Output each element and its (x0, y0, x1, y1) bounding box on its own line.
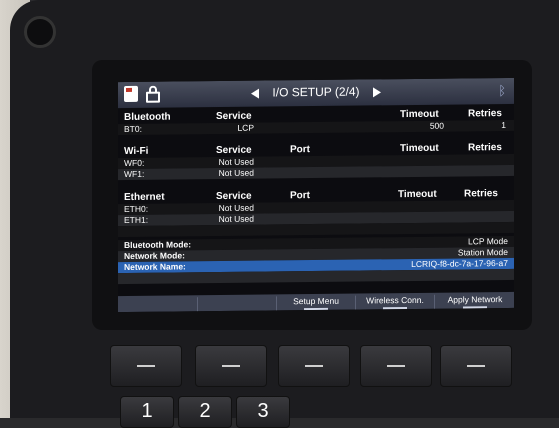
row-name: WF1: (124, 168, 145, 180)
prev-page-arrow-icon[interactable] (251, 88, 260, 99)
row-name: WF0: (124, 157, 145, 169)
wireless-conn-softkey[interactable]: Wireless Conn. (355, 294, 434, 310)
softkey-button-5[interactable] (440, 345, 512, 387)
row-service: Not Used (218, 156, 254, 168)
column-header: Timeout (400, 108, 439, 121)
row-service: Not Used (218, 167, 254, 179)
column-header: Service (216, 190, 252, 203)
setup-menu-softkey[interactable]: Setup Menu (276, 295, 355, 311)
row-name: ETH1: (124, 214, 149, 226)
row-service: Not Used (218, 202, 254, 214)
softkey-label-1[interactable] (118, 297, 196, 312)
section-heading: Wi-Fi (124, 145, 149, 158)
column-header: Retries (464, 188, 498, 200)
column-header: Port (290, 144, 310, 156)
title-bar: I/O SETUP (2/4) ᛒ (118, 77, 514, 109)
keypad-2-button[interactable]: 2 (178, 396, 232, 428)
row-service: Not Used (218, 213, 254, 225)
row-timeout: 500 (429, 120, 444, 131)
column-header: Timeout (400, 142, 439, 155)
section-heading: Ethernet (124, 191, 165, 204)
row-name: BT0: (124, 123, 142, 135)
display-screen: I/O SETUP (2/4) ᛒ Bluetooth Service Time… (118, 77, 514, 313)
row-name: ETH0: (124, 203, 149, 215)
column-header: Service (216, 110, 252, 123)
softkey-button-2[interactable] (195, 345, 267, 387)
softkey-label-2[interactable] (197, 296, 276, 312)
setting-label: Bluetooth Mode: (124, 239, 192, 251)
bluetooth-icon: ᛒ (498, 83, 506, 99)
row-service: LCP (237, 122, 254, 133)
column-header: Port (290, 190, 310, 202)
keypad-3-button[interactable]: 3 (236, 396, 290, 428)
softkey-button-3[interactable] (278, 345, 350, 387)
softkey-button-1[interactable] (110, 345, 182, 387)
page-title: I/O SETUP (2/4) (272, 84, 360, 100)
row-retries: 1 (501, 120, 506, 131)
next-page-arrow-icon[interactable] (372, 87, 381, 98)
apply-network-softkey[interactable]: Apply Network (434, 293, 514, 309)
column-header: Retries (468, 108, 502, 120)
keypad-1-button[interactable]: 1 (120, 396, 174, 428)
setting-label: Network Mode: (124, 250, 185, 262)
softkey-button-4[interactable] (360, 345, 432, 387)
column-header: Service (216, 144, 252, 157)
column-header: Timeout (398, 188, 437, 201)
screw-icon (24, 16, 56, 48)
column-header: Retries (468, 142, 502, 154)
setting-label: Network Name: (124, 261, 186, 273)
section-heading: Bluetooth (124, 111, 171, 124)
softkey-buttons (110, 345, 520, 390)
